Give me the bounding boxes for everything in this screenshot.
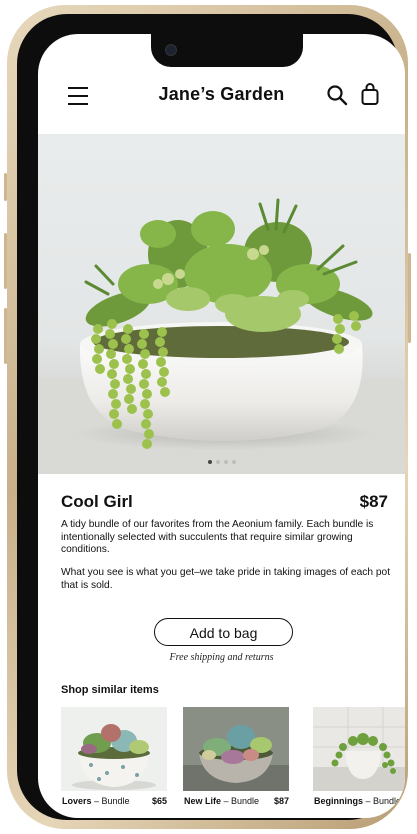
app-header: Jane’s Garden bbox=[38, 82, 405, 112]
product-description-note: What you see is what you get–we take pri… bbox=[61, 567, 391, 591]
volume-down-button bbox=[4, 308, 7, 364]
similar-item-card[interactable]: Lovers – Bundle $65 bbox=[61, 707, 167, 807]
carousel-dot[interactable] bbox=[223, 460, 228, 464]
similar-item-image bbox=[313, 707, 405, 791]
shipping-note: Free shipping and returns bbox=[169, 652, 274, 663]
similar-item-type: – Bundle bbox=[221, 796, 260, 806]
similar-item-card[interactable]: Beginnings – Bundle bbox=[313, 707, 405, 807]
front-camera bbox=[165, 44, 177, 56]
carousel-dot[interactable] bbox=[231, 460, 236, 464]
phone-bezel: Jane’s Garden Cool Girl $87 A tidy bundl… bbox=[17, 14, 405, 820]
similar-item-name: New Life bbox=[184, 796, 222, 806]
succulent-planter-image bbox=[38, 198, 405, 474]
product-image-carousel[interactable] bbox=[38, 134, 405, 474]
power-button bbox=[408, 253, 411, 343]
similar-item-price: $87 bbox=[273, 796, 289, 806]
similar-item-name: Lovers bbox=[62, 796, 92, 806]
similar-item-card[interactable]: New Life – Bundle $87 bbox=[183, 707, 289, 807]
product-header: Cool Girl $87 bbox=[61, 492, 388, 516]
similar-item-type: – Bundle bbox=[91, 796, 130, 806]
add-to-bag-button[interactable]: Add to bag bbox=[154, 618, 293, 646]
product-price: $87 bbox=[359, 492, 388, 511]
similar-item-caption: Lovers – Bundle bbox=[62, 796, 130, 806]
shopping-bag-icon[interactable] bbox=[360, 82, 380, 106]
similar-item-caption: Beginnings – Bundle bbox=[314, 796, 401, 806]
similar-item-image bbox=[61, 707, 167, 791]
volume-up-button bbox=[4, 233, 7, 289]
similar-item-name: Beginnings bbox=[314, 796, 363, 806]
product-description: A tidy bundle of our favorites from the … bbox=[61, 519, 374, 556]
store-title[interactable]: Jane’s Garden bbox=[38, 84, 405, 105]
screen: Jane’s Garden Cool Girl $87 A tidy bundl… bbox=[38, 34, 405, 818]
similar-item-type: – Bundle bbox=[363, 796, 402, 806]
similar-item-image bbox=[183, 707, 289, 791]
similar-item-caption: New Life – Bundle bbox=[184, 796, 259, 806]
phone-frame: Jane’s Garden Cool Girl $87 A tidy bundl… bbox=[4, 5, 411, 829]
similar-items-heading: Shop similar items bbox=[61, 684, 159, 696]
silent-switch bbox=[4, 173, 7, 201]
product-name: Cool Girl bbox=[61, 492, 133, 511]
carousel-dot[interactable] bbox=[215, 460, 220, 464]
similar-item-price: $65 bbox=[151, 796, 167, 806]
carousel-dot[interactable] bbox=[207, 460, 212, 464]
carousel-indicator bbox=[38, 460, 405, 464]
search-icon[interactable] bbox=[326, 84, 348, 106]
notch bbox=[151, 34, 303, 67]
